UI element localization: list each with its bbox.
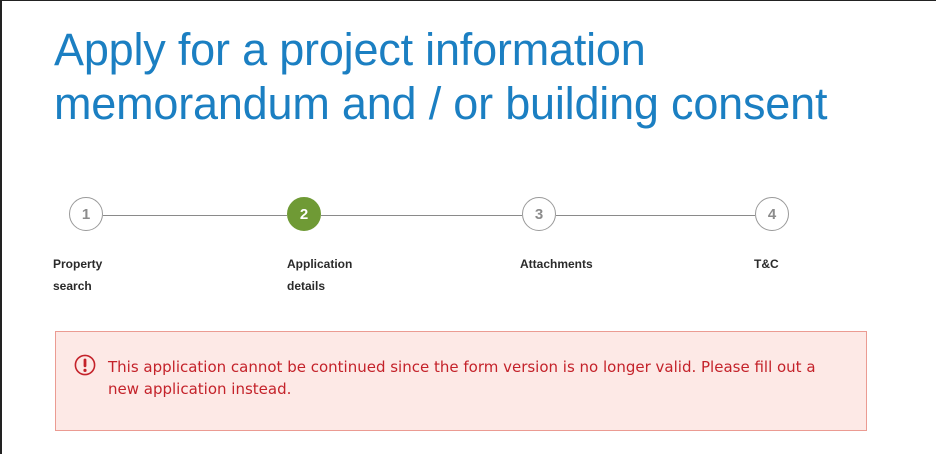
step-connector-2-3 bbox=[321, 215, 522, 216]
step-2-label-line-1: Application bbox=[287, 257, 353, 271]
step-3-number: 3 bbox=[534, 205, 544, 223]
step-1-number: 1 bbox=[81, 205, 91, 223]
page-frame: Apply for a project information memorand… bbox=[0, 0, 936, 454]
step-4-number: 4 bbox=[767, 205, 777, 223]
step-2-number: 2 bbox=[299, 205, 309, 223]
error-message: This application cannot be continued sin… bbox=[108, 358, 816, 398]
exclamation-circle-icon bbox=[74, 354, 96, 376]
step-4-label-line-1: T&C bbox=[754, 257, 779, 271]
step-connector-1-2 bbox=[103, 215, 287, 216]
step-1-label-line-1: Property bbox=[53, 257, 103, 271]
step-1-label-line-2: search bbox=[53, 279, 92, 293]
step-3-circle: 3 bbox=[522, 197, 556, 231]
step-3-label: Attachments bbox=[520, 253, 593, 275]
step-1-circle: 1 bbox=[69, 197, 103, 231]
step-connector-3-4 bbox=[556, 215, 755, 216]
step-2-label: Application details bbox=[287, 253, 352, 297]
progress-stepper: 1 2 3 4 Property search Application deta… bbox=[2, 1, 938, 301]
step-3-label-line-1: Attachments bbox=[520, 257, 593, 271]
step-2-circle: 2 bbox=[287, 197, 321, 231]
step-1-label: Property search bbox=[53, 253, 102, 297]
step-2-label-line-2: details bbox=[287, 279, 326, 293]
step-4-circle: 4 bbox=[755, 197, 789, 231]
error-alert: This application cannot be continued sin… bbox=[55, 331, 867, 431]
step-4-label: T&C bbox=[754, 253, 779, 275]
